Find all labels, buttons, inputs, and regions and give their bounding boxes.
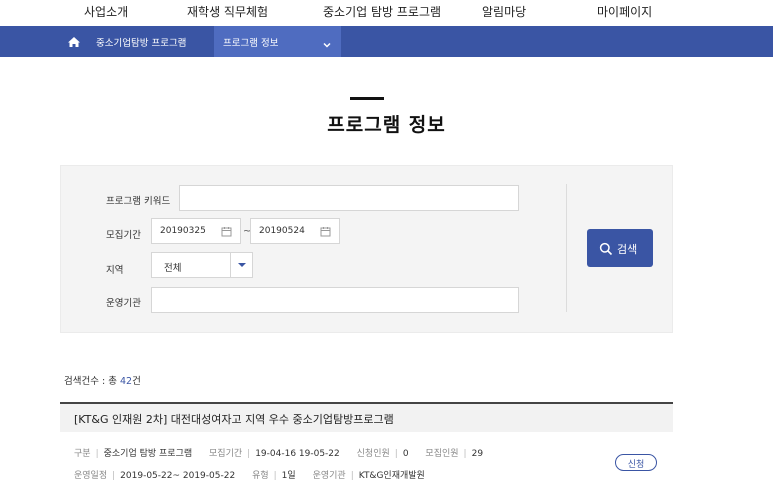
meta-applicants-value: 0 <box>402 449 409 459</box>
nav-item-sme-tour[interactable]: 중소기업 탐방 프로그램 <box>323 3 441 20</box>
result-count-suffix: 건 <box>132 376 141 387</box>
region-label: 지역 <box>106 265 124 276</box>
meta-applicants-label: 신청인원 <box>356 449 390 459</box>
calendar-icon[interactable] <box>320 226 331 237</box>
region-select[interactable]: 전체 <box>151 252 253 278</box>
chevron-down-icon <box>322 35 332 48</box>
breadcrumb-current-label: 프로그램 정보 <box>223 38 279 49</box>
org-input[interactable] <box>151 287 519 313</box>
period-label: 모집기간 <box>106 230 141 241</box>
panel-divider <box>566 184 567 312</box>
meta-kind-value: 1일 <box>281 471 296 481</box>
meta-type-label: 구분 <box>74 449 91 459</box>
date-to-value: 20190524 <box>259 226 305 236</box>
calendar-icon[interactable] <box>221 226 232 237</box>
nav-item-about[interactable]: 사업소개 <box>84 3 128 20</box>
title-accent-bar <box>350 97 384 100</box>
dropdown-arrow-icon <box>230 253 252 277</box>
org-label: 운영기관 <box>106 298 141 309</box>
meta-org-label: 운영기관 <box>312 471 346 481</box>
meta-capacity-label: 모집인원 <box>425 449 459 459</box>
meta-recruit-label: 모집기간 <box>209 449 243 459</box>
result-item-meta-row-2: 운영일정 | 2019-05-22~ 2019-05-22 유형 | 1일 운영기관 | K… <box>74 471 425 481</box>
nav-item-notice[interactable]: 알림마당 <box>482 3 526 20</box>
meta-schedule-label: 운영일정 <box>74 471 108 481</box>
search-panel: 프로그램 키워드 모집기간 20190325 ~ 20190524 지역 전체 … <box>60 165 673 333</box>
home-icon[interactable] <box>64 34 84 50</box>
result-count-prefix: 검색건수 : 총 <box>64 376 117 387</box>
search-icon <box>599 241 613 256</box>
date-to-input[interactable]: 20190524 <box>250 218 340 244</box>
meta-schedule-value: 2019-05-22~ 2019-05-22 <box>120 471 236 481</box>
nav-item-student-job[interactable]: 재학생 직무체험 <box>187 3 268 20</box>
search-button-label: 검색 <box>617 243 638 256</box>
meta-type-value: 중소기업 탐방 프로그램 <box>103 449 193 459</box>
result-item-header[interactable]: [KT&G 인재원 2차] 대전대성여자고 지역 우수 중소기업탐방프로그램 <box>60 402 673 432</box>
keyword-input[interactable] <box>179 185 519 211</box>
apply-button[interactable]: 신청 <box>615 454 657 471</box>
meta-capacity-value: 29 <box>471 449 484 459</box>
region-select-value: 전체 <box>164 263 182 274</box>
meta-org-value: KT&G인재개발원 <box>358 471 425 481</box>
search-button[interactable]: 검색 <box>587 229 653 267</box>
breadcrumb-current-dropdown[interactable]: 프로그램 정보 <box>214 26 341 57</box>
date-from-value: 20190325 <box>160 226 206 236</box>
result-item-meta-row-1: 구분 | 중소기업 탐방 프로그램 모집기간 | 19-04-16 19-05-22 신… <box>74 449 484 459</box>
nav-item-mypage[interactable]: 마이페이지 <box>597 3 652 20</box>
breadcrumb-section[interactable]: 중소기업탐방 프로그램 <box>96 35 186 49</box>
result-count: 검색건수 : 총 42건 <box>64 373 141 387</box>
result-item-title[interactable]: [KT&G 인재원 2차] 대전대성여자고 지역 우수 중소기업탐방프로그램 <box>74 411 394 427</box>
top-nav: 사업소개 재학생 직무체험 중소기업 탐방 프로그램 알림마당 마이페이지 <box>0 0 773 26</box>
keyword-label: 프로그램 키워드 <box>106 196 171 207</box>
page-title: 프로그램 정보 <box>327 114 446 136</box>
breadcrumb: 중소기업탐방 프로그램 프로그램 정보 <box>0 26 773 57</box>
date-from-input[interactable]: 20190325 <box>151 218 241 244</box>
meta-kind-label: 유형 <box>252 471 269 481</box>
result-count-number: 42 <box>119 376 133 387</box>
meta-recruit-value: 19-04-16 19-05-22 <box>255 449 340 459</box>
